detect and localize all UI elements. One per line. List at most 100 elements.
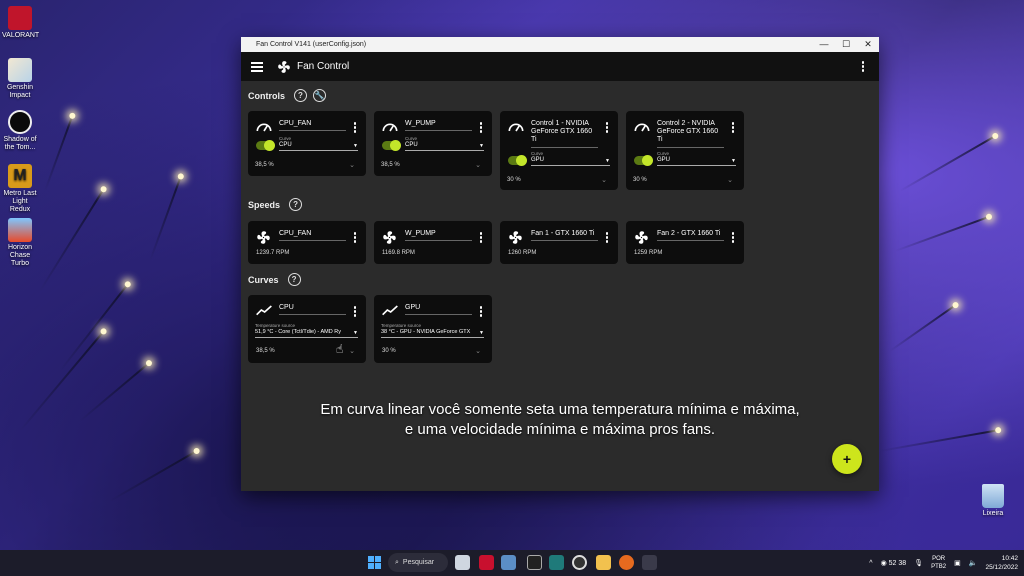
- control-more-icon[interactable]: [731, 122, 734, 133]
- curve-select[interactable]: GPU ▼: [531, 157, 610, 166]
- curves-help-icon[interactable]: ?: [287, 273, 301, 286]
- control-card-gpu-2: Control 2 - NVIDIA GeForce GTX 1660 Ti C…: [626, 111, 744, 190]
- linear-curve-icon: [256, 305, 272, 316]
- fiber-decoration: [19, 330, 105, 432]
- temp-source-select[interactable]: 38 °C - GPU - NVIDIA GeForce GTX ▼: [381, 329, 484, 338]
- curve-label: Curve: [279, 136, 292, 141]
- gauge-icon: [382, 123, 398, 132]
- control-enable-toggle[interactable]: [256, 140, 275, 151]
- dropdown-caret-icon: ▼: [353, 143, 358, 149]
- virtualbox-icon[interactable]: [501, 555, 516, 570]
- speed-name[interactable]: Fan 2 - GTX 1660 Ti: [657, 230, 722, 238]
- app-icon[interactable]: [549, 555, 564, 570]
- menu-icon[interactable]: [251, 61, 263, 72]
- dropdown-caret-icon: ▼: [605, 158, 610, 164]
- speed-card-gpu-fan-2: Fan 2 - GTX 1660 Ti 1259 RPM: [626, 221, 744, 264]
- fan-icon: [635, 231, 648, 244]
- tray-overflow-icon[interactable]: ^: [869, 560, 872, 567]
- taskbar-clock[interactable]: 10:42 25/12/2022: [985, 554, 1018, 572]
- control-name[interactable]: CPU_FAN: [279, 120, 344, 128]
- speed-more-icon[interactable]: [353, 232, 356, 243]
- expand-chevron-icon[interactable]: ⌄: [475, 161, 481, 169]
- fiber-decoration: [879, 429, 999, 452]
- desktop-icon-metro[interactable]: M Metro Last Light Redux: [2, 164, 38, 214]
- search-icon: ⌕: [395, 558, 399, 566]
- window-titlebar[interactable]: Fan Control V141 (userConfig.json) — ☐ ✕: [241, 37, 879, 52]
- speed-more-icon[interactable]: [731, 232, 734, 243]
- control-more-icon[interactable]: [353, 122, 356, 133]
- curve-select[interactable]: GPU ▼: [657, 157, 736, 166]
- desktop-icon-horizon[interactable]: Horizon Chase Turbo: [2, 218, 38, 268]
- speed-rpm: 1239.7 RPM: [256, 250, 290, 256]
- network-icon[interactable]: ▣: [954, 559, 961, 567]
- curve-select[interactable]: CPU ▼: [405, 142, 484, 151]
- microphone-icon[interactable]: 🎙: [914, 559, 923, 567]
- epic-games-icon[interactable]: [527, 555, 542, 570]
- curve-select[interactable]: CPU ▼: [279, 142, 358, 151]
- minimize-button[interactable]: —: [813, 37, 835, 52]
- desktop-icon-recycle-bin[interactable]: Lixeira: [978, 484, 1008, 517]
- gauge-icon: [634, 123, 650, 132]
- volume-icon[interactable]: 🔈: [969, 559, 978, 567]
- language-indicator[interactable]: POR PTB2: [931, 555, 946, 571]
- firefox-icon[interactable]: [619, 555, 634, 570]
- curve-card-gpu: GPU Temperature source 38 °C - GPU - NVI…: [374, 295, 492, 363]
- temp-source-select[interactable]: 51,9 °C - Core (Tctl/Tdie) - AMD Ry ▼: [255, 329, 358, 338]
- expand-chevron-icon[interactable]: ⌄: [349, 161, 355, 169]
- metro-icon: M: [8, 164, 32, 188]
- app-bar: Fan Control: [241, 52, 879, 81]
- speed-more-icon[interactable]: [479, 232, 482, 243]
- curve-name[interactable]: CPU: [279, 304, 344, 312]
- control-more-icon[interactable]: [479, 122, 482, 133]
- controls-help-icon[interactable]: ?: [294, 89, 307, 102]
- expand-chevron-icon[interactable]: ⌄: [601, 176, 607, 184]
- speed-card-gpu-fan-1: Fan 1 - GTX 1660 Ti 1260 RPM: [500, 221, 618, 264]
- speed-rpm: 1259 RPM: [634, 250, 663, 256]
- wrench-icon[interactable]: 🔧: [313, 89, 326, 102]
- taskbar: ⌕ Pesquisar ^ ◉ 52 38 🎙 POR PTB2 ▣ 🔈 10:…: [0, 550, 1024, 576]
- expand-chevron-icon[interactable]: ⌄: [727, 176, 733, 184]
- control-name[interactable]: Control 1 - NVIDIA GeForce GTX 1660 Ti: [531, 120, 596, 144]
- control-enable-toggle[interactable]: [634, 155, 653, 166]
- windows-start-icon[interactable]: [368, 556, 381, 569]
- app-title: Fan Control: [297, 61, 350, 72]
- add-button[interactable]: +: [832, 444, 862, 474]
- genshin-icon: [8, 58, 32, 82]
- mouse-cursor-icon: ☝: [336, 342, 344, 356]
- steam-icon[interactable]: [572, 555, 587, 570]
- app-more-menu-icon[interactable]: [861, 61, 864, 72]
- control-more-icon[interactable]: [605, 122, 608, 133]
- speed-name[interactable]: W_PUMP: [405, 230, 470, 238]
- gauge-icon: [508, 123, 524, 132]
- rog-icon[interactable]: [479, 555, 494, 570]
- control-name[interactable]: W_PUMP: [405, 120, 470, 128]
- fan-icon: [383, 231, 396, 244]
- control-enable-toggle[interactable]: [508, 155, 527, 166]
- taskbar-search[interactable]: ⌕ Pesquisar: [388, 553, 448, 572]
- dropdown-caret-icon: ▼: [479, 330, 484, 336]
- fiber-decoration: [59, 283, 129, 372]
- desktop-icon-tomb-raider[interactable]: Shadow of the Tom...: [2, 110, 38, 152]
- video-subtitle: Em curva linear você somente seta uma te…: [241, 400, 879, 440]
- control-enable-toggle[interactable]: [382, 140, 401, 151]
- fan-control-taskbar-icon[interactable]: [642, 555, 657, 570]
- curve-more-icon[interactable]: [479, 306, 482, 317]
- file-explorer-icon[interactable]: [455, 555, 470, 570]
- desktop-icon-valorant[interactable]: VALORANT: [2, 6, 39, 40]
- control-name[interactable]: Control 2 - NVIDIA GeForce GTX 1660 Ti: [657, 120, 722, 144]
- speeds-help-icon[interactable]: ?: [289, 198, 303, 211]
- desktop-icon-genshin[interactable]: Genshin Impact: [2, 58, 38, 100]
- curve-name[interactable]: GPU: [405, 304, 470, 312]
- subtitle-line-2: e uma velocidade mínima e máxima pros fa…: [404, 421, 716, 438]
- speed-name[interactable]: CPU_FAN: [279, 230, 344, 238]
- weather-widget[interactable]: ◉ 52 38: [881, 559, 907, 567]
- speed-more-icon[interactable]: [605, 232, 608, 243]
- expand-chevron-icon[interactable]: ⌄: [349, 347, 355, 355]
- control-percent: 30 %: [633, 177, 647, 183]
- speed-name[interactable]: Fan 1 - GTX 1660 Ti: [531, 230, 596, 238]
- maximize-button[interactable]: ☐: [835, 37, 857, 52]
- curve-more-icon[interactable]: [353, 306, 356, 317]
- close-button[interactable]: ✕: [857, 37, 879, 52]
- folder-icon[interactable]: [596, 555, 611, 570]
- expand-chevron-icon[interactable]: ⌄: [475, 347, 481, 355]
